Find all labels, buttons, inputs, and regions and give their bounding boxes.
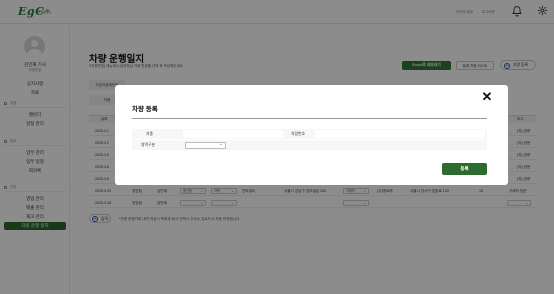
form-row-usage: 영역구분 — [132, 140, 487, 150]
car-type-input[interactable] — [183, 130, 283, 138]
vehicle-register-modal: 차량 등록 ✕ 차종 차량번호 영역구분 등록 — [115, 85, 508, 185]
usage-label: 영역구분 — [141, 143, 155, 147]
car-number-label: 차량번호 — [291, 132, 305, 136]
register-button[interactable]: 등록 — [442, 163, 487, 175]
modal-divider — [132, 118, 487, 119]
form-row-car: 차종 차량번호 — [132, 129, 487, 139]
car-type-label: 차종 — [146, 132, 153, 136]
car-number-input[interactable] — [315, 130, 485, 138]
usage-select[interactable] — [185, 141, 226, 149]
close-icon[interactable]: ✕ — [481, 90, 493, 103]
modal-title: 차량 등록 — [132, 106, 158, 113]
